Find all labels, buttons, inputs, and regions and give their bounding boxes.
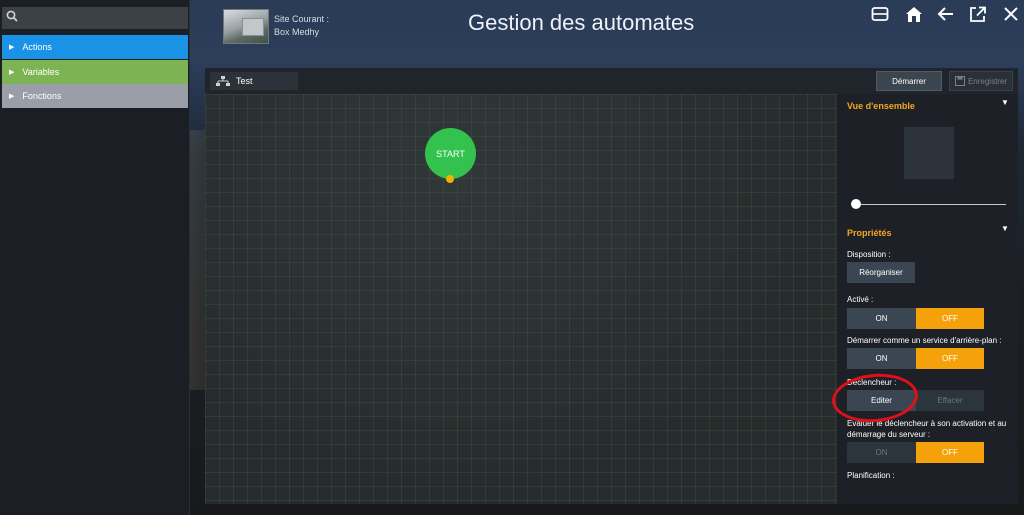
sidebar-item-label: Variables xyxy=(22,67,60,77)
close-icon[interactable] xyxy=(1001,4,1021,24)
evaluate-on-button[interactable]: ON xyxy=(847,442,916,463)
flowchart-icon xyxy=(216,76,230,86)
search-bar[interactable] xyxy=(2,7,188,29)
sidebar: ▶ Actions ▶ Variables ▶ Fonctions xyxy=(0,0,190,515)
background-off-button[interactable]: OFF xyxy=(916,348,984,369)
properties-panel: Vue d'ensemble ▼ Propriétés ▼ Dispositio… xyxy=(837,94,1018,504)
zoom-slider-thumb[interactable] xyxy=(851,199,861,209)
sidebar-item-variables[interactable]: ▶ Variables xyxy=(2,60,188,84)
home-icon[interactable] xyxy=(904,4,924,24)
planning-label: Planification : xyxy=(847,471,895,480)
page-title: Gestion des automates xyxy=(468,10,695,35)
properties-title: Propriétés xyxy=(847,228,892,238)
flow-canvas[interactable]: START xyxy=(205,94,837,504)
start-node-output-port[interactable] xyxy=(446,175,454,183)
zoom-slider-track[interactable] xyxy=(855,204,1006,205)
collapse-triangle-icon[interactable]: ▼ xyxy=(1001,98,1009,107)
expand-triangle-icon: ▶ xyxy=(9,69,15,76)
sidebar-item-label: Fonctions xyxy=(22,91,62,101)
back-arrow-icon[interactable] xyxy=(936,4,956,24)
tab-test[interactable]: Test xyxy=(210,72,298,90)
start-node[interactable]: START xyxy=(425,128,476,179)
expand-triangle-icon: ▶ xyxy=(9,44,15,51)
sidebar-item-label: Actions xyxy=(22,42,52,52)
collapse-triangle-icon[interactable]: ▼ xyxy=(1001,224,1009,233)
active-off-button[interactable]: OFF xyxy=(916,308,984,329)
inbox-icon[interactable] xyxy=(870,4,890,24)
evaluate-off-button[interactable]: OFF xyxy=(916,442,984,463)
external-link-icon[interactable] xyxy=(968,4,988,24)
start-button[interactable]: Démarrer xyxy=(876,71,942,91)
reorganize-button[interactable]: Réorganiser xyxy=(847,262,915,283)
search-icon xyxy=(6,9,18,27)
expand-triangle-icon: ▶ xyxy=(9,93,15,100)
sidebar-item-actions[interactable]: ▶ Actions xyxy=(2,35,188,59)
tab-label: Test xyxy=(236,76,253,86)
disposition-label: Disposition : xyxy=(847,250,891,259)
overview-minimap[interactable] xyxy=(904,127,954,179)
overview-title: Vue d'ensemble xyxy=(847,101,915,111)
search-input[interactable] xyxy=(24,12,174,24)
save-button[interactable]: Enregistrer xyxy=(949,71,1013,91)
editor-panel: Test Démarrer Enregistrer START Vue d'en… xyxy=(205,68,1018,504)
start-node-label: START xyxy=(436,148,465,159)
site-thumbnail[interactable] xyxy=(223,9,269,44)
background-service-label: Démarrer comme un service d'arrière-plan… xyxy=(847,336,1002,345)
save-icon xyxy=(954,76,965,86)
active-on-button[interactable]: ON xyxy=(847,308,916,329)
active-label: Activé : xyxy=(847,295,874,304)
clear-trigger-button[interactable]: Effacer xyxy=(916,390,984,411)
evaluate-trigger-label-line2: démarrage du serveur : xyxy=(847,430,931,439)
save-label: Enregistrer xyxy=(967,76,1008,86)
sidebar-item-fonctions[interactable]: ▶ Fonctions xyxy=(2,84,188,108)
site-name: Box Medhy xyxy=(274,27,320,37)
site-label: Site Courant : xyxy=(274,14,330,24)
background-on-button[interactable]: ON xyxy=(847,348,916,369)
